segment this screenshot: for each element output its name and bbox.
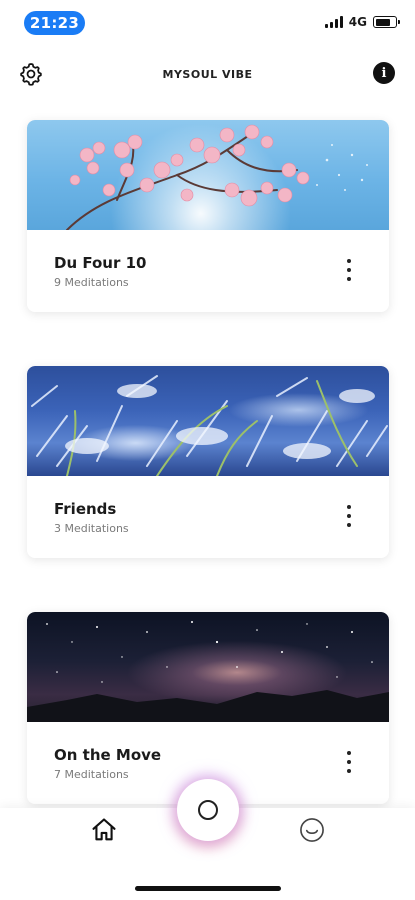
- info-button[interactable]: i: [373, 62, 395, 84]
- dot-icon: [347, 277, 351, 281]
- card-body: Friends 3 Meditations: [27, 476, 389, 558]
- page-title: MYSOUL VIBE: [162, 68, 253, 81]
- card-body: Du Four 10 9 Meditations: [27, 230, 389, 312]
- dot-icon: [347, 259, 351, 263]
- milky-way-art: [27, 621, 389, 722]
- playlist-count: 3 Meditations: [54, 522, 129, 535]
- signal-icon: [324, 16, 343, 28]
- dot-icon: [347, 523, 351, 527]
- more-options-button[interactable]: [341, 751, 357, 773]
- dot-icon: [347, 769, 351, 773]
- app-header: MYSOUL VIBE i: [0, 56, 415, 92]
- playlist-count: 9 Meditations: [54, 276, 129, 289]
- playlist-card[interactable]: Du Four 10 9 Meditations: [27, 120, 389, 312]
- cherry-blossom-art: [66, 124, 368, 230]
- frost-grass-photo: [27, 366, 389, 476]
- status-indicators: 4G: [324, 15, 400, 29]
- playlist-title: Friends: [54, 500, 117, 518]
- smiley-icon: [300, 818, 324, 842]
- dot-icon: [347, 760, 351, 764]
- milky-way-photo: [27, 612, 389, 722]
- playlist-title: On the Move: [54, 746, 162, 764]
- dot-icon: [347, 751, 351, 755]
- dot-icon: [347, 505, 351, 509]
- dot-icon: [347, 514, 351, 518]
- battery-icon: [373, 16, 400, 28]
- record-icon: [198, 800, 218, 820]
- playlist-card[interactable]: Friends 3 Meditations: [27, 366, 389, 558]
- home-indicator: [135, 886, 281, 891]
- status-bar: 21:23 4G: [0, 0, 415, 44]
- cherry-blossom-photo: [27, 120, 389, 230]
- more-options-button[interactable]: [341, 259, 357, 281]
- nav-mood-button[interactable]: [298, 816, 326, 844]
- record-button[interactable]: [177, 779, 239, 841]
- network-type: 4G: [348, 15, 367, 29]
- home-icon: [92, 818, 116, 841]
- dot-icon: [347, 268, 351, 272]
- playlist-card[interactable]: On the Move 7 Meditations: [27, 612, 389, 804]
- frost-grass-art: [31, 375, 388, 476]
- playlist-title: Du Four 10: [54, 254, 147, 272]
- playlist-count: 7 Meditations: [54, 768, 129, 781]
- battery-level: [375, 18, 390, 26]
- nav-home-button[interactable]: [90, 816, 118, 844]
- more-options-button[interactable]: [341, 505, 357, 527]
- status-time: 21:23: [24, 11, 85, 35]
